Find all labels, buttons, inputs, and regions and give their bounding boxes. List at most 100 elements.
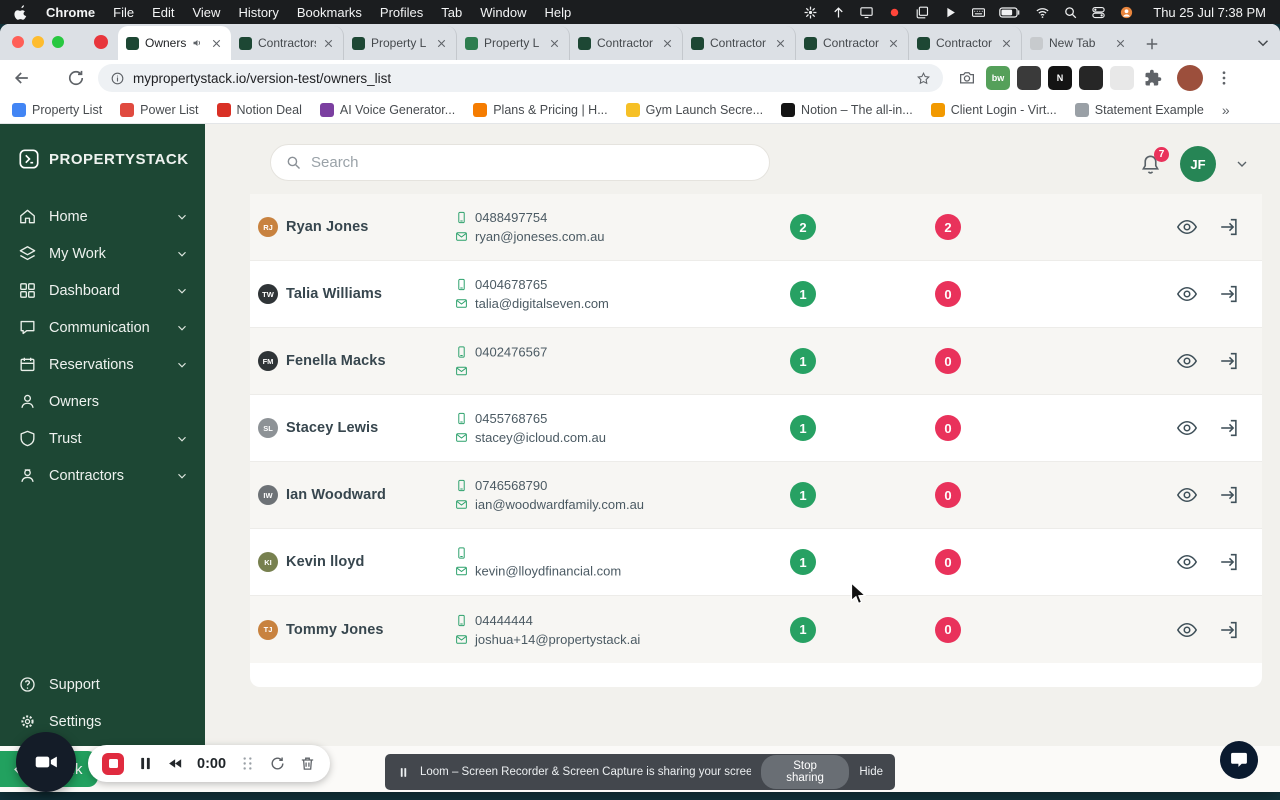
menubar-clock[interactable]: Thu 25 Jul 7:38 PM — [1153, 5, 1266, 20]
back-button[interactable] — [12, 68, 32, 88]
tab-close-icon[interactable] — [1000, 37, 1013, 50]
sidebar-item-home[interactable]: Home — [0, 198, 205, 235]
control-center-icon[interactable] — [1091, 5, 1106, 20]
stop-sharing-button[interactable]: Stop sharing — [760, 755, 850, 789]
chevron-down-icon[interactable] — [175, 358, 189, 372]
bookmark-plans-pricing-h-[interactable]: Plans & Pricing | H... — [473, 102, 608, 117]
chevron-down-icon[interactable] — [175, 284, 189, 298]
menubar-menu-edit[interactable]: Edit — [152, 5, 174, 20]
overdue-count-badge[interactable]: 0 — [935, 415, 961, 441]
owner-row-ryan-jones[interactable]: RJ Ryan Jones 0488497754 ryan@joneses.co… — [250, 194, 1262, 261]
refresh-button[interactable] — [66, 68, 86, 88]
owner-name[interactable]: Tommy Jones — [286, 622, 384, 638]
chevron-down-icon[interactable] — [175, 210, 189, 224]
keyboard-icon[interactable] — [971, 5, 986, 20]
view-owner-button[interactable] — [1176, 619, 1198, 641]
search-bar[interactable] — [270, 144, 770, 181]
bookmark-power-list[interactable]: Power List — [120, 102, 199, 117]
tab-close-icon[interactable] — [1114, 37, 1127, 50]
tab-close-icon[interactable] — [210, 37, 223, 50]
pause-recording-button[interactable] — [137, 755, 154, 772]
browser-menu-button[interactable] — [1215, 69, 1233, 87]
tab-contractor[interactable]: Contractor — [683, 26, 796, 60]
sidebar-item-dashboard[interactable]: Dashboard — [0, 272, 205, 309]
notifications-button[interactable]: 7 — [1139, 146, 1169, 176]
site-info-icon[interactable] — [110, 71, 125, 86]
chevron-down-icon[interactable] — [175, 432, 189, 446]
dark-extension-icon[interactable] — [1079, 66, 1103, 90]
sidebar-item-settings[interactable]: Settings — [0, 703, 205, 740]
menubar-menu-window[interactable]: Window — [480, 5, 526, 20]
owner-name[interactable]: Kevin lloyd — [286, 554, 364, 570]
tab-close-icon[interactable] — [435, 37, 448, 50]
sidebar-item-my-work[interactable]: My Work — [0, 235, 205, 272]
tab-owners[interactable]: Owners — [118, 26, 231, 60]
owner-row-tommy-jones[interactable]: TJ Tommy Jones 04444444 joshua+14@proper… — [250, 596, 1262, 663]
bookmarks-overflow-chevron[interactable]: » — [1222, 102, 1230, 118]
bw-extension-icon[interactable]: bw — [986, 66, 1010, 90]
bookmark-notion-the-all-in-[interactable]: Notion – The all-in... — [781, 102, 913, 117]
view-owner-button[interactable] — [1176, 350, 1198, 372]
tab-close-icon[interactable] — [887, 37, 900, 50]
tab-property-l[interactable]: Property L — [457, 26, 570, 60]
overdue-count-badge[interactable]: 0 — [935, 482, 961, 508]
intercom-chat-button[interactable] — [1220, 741, 1258, 779]
camera-extension-icon[interactable] — [955, 66, 979, 90]
loom-camera-bubble[interactable] — [16, 732, 76, 792]
menubar-menu-file[interactable]: File — [113, 5, 134, 20]
menubar-menu-bookmarks[interactable]: Bookmarks — [297, 5, 362, 20]
sidebar-item-support[interactable]: Support — [0, 666, 205, 703]
view-owner-button[interactable] — [1176, 216, 1198, 238]
view-owner-button[interactable] — [1176, 283, 1198, 305]
loom-icon[interactable] — [803, 5, 818, 20]
browser-profile-avatar[interactable] — [1177, 65, 1203, 91]
overdue-count-badge[interactable]: 0 — [935, 616, 961, 643]
bookmark-property-list[interactable]: Property List — [12, 102, 102, 117]
tab-search-chevron-icon[interactable] — [1254, 34, 1272, 52]
tab-close-icon[interactable] — [322, 37, 335, 50]
owner-name[interactable]: Ryan Jones — [286, 219, 368, 235]
open-owner-button[interactable] — [1218, 283, 1240, 305]
bookmark-statement-example[interactable]: Statement Example — [1074, 102, 1204, 117]
address-bar[interactable]: mypropertystack.io/version-test/owners_l… — [98, 64, 943, 92]
arrow-up-icon[interactable] — [831, 5, 846, 20]
chevron-down-icon[interactable] — [175, 321, 189, 335]
overdue-count-badge[interactable]: 0 — [935, 549, 961, 575]
bookmark-client-login-virt-[interactable]: Client Login - Virt... — [930, 102, 1057, 117]
open-owner-button[interactable] — [1218, 350, 1240, 372]
open-count-badge[interactable]: 1 — [790, 415, 816, 441]
menubar-menu-help[interactable]: Help — [545, 5, 572, 20]
owner-row-ian-woodward[interactable]: IW Ian Woodward 0746568790 ian@woodwardf… — [250, 462, 1262, 529]
delete-recording-button[interactable] — [299, 755, 316, 772]
restart-recording-button[interactable] — [269, 755, 286, 772]
sidebar-item-contractors[interactable]: Contractors — [0, 457, 205, 494]
battery-icon[interactable] — [999, 5, 1022, 20]
overdue-count-badge[interactable]: 2 — [935, 214, 961, 240]
open-owner-button[interactable] — [1218, 551, 1240, 573]
tab-contractor[interactable]: Contractor — [909, 26, 1022, 60]
tab-close-icon[interactable] — [548, 37, 561, 50]
close-window-button[interactable] — [12, 36, 24, 48]
tab-contractor[interactable]: Contractor — [570, 26, 683, 60]
url-text[interactable]: mypropertystack.io/version-test/owners_l… — [133, 71, 391, 86]
menubar-app-name[interactable]: Chrome — [46, 5, 95, 20]
apple-menu-icon[interactable] — [14, 4, 28, 20]
wifi-icon[interactable] — [1035, 5, 1050, 20]
user-avatar[interactable]: JF — [1180, 146, 1216, 182]
stop-recording-button[interactable] — [102, 752, 124, 775]
rewind-button[interactable] — [167, 755, 184, 772]
overdue-count-badge[interactable]: 0 — [935, 348, 961, 374]
sidebar-item-reservations[interactable]: Reservations — [0, 346, 205, 383]
chevron-down-icon[interactable] — [175, 469, 189, 483]
owner-name[interactable]: Stacey Lewis — [286, 420, 378, 436]
open-count-badge[interactable]: 1 — [790, 482, 816, 508]
sidebar-item-owners[interactable]: Owners — [0, 383, 205, 420]
play-icon[interactable] — [943, 5, 958, 20]
zoom-window-button[interactable] — [52, 36, 64, 48]
tab-contractor[interactable]: Contractor — [796, 26, 909, 60]
menubar-menu-history[interactable]: History — [238, 5, 278, 20]
hide-banner-button[interactable]: Hide — [859, 766, 883, 778]
open-owner-button[interactable] — [1218, 417, 1240, 439]
blob-extension-icon[interactable] — [1017, 66, 1041, 90]
bookmark-notion-deal[interactable]: Notion Deal — [216, 102, 302, 117]
